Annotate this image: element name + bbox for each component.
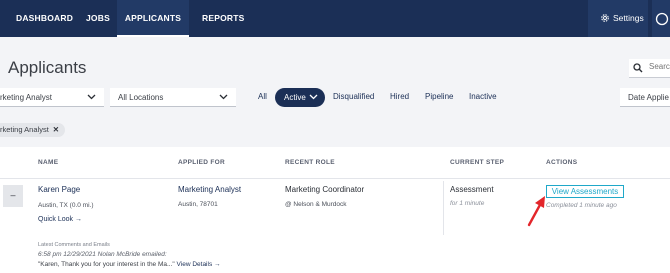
view-assessments-button[interactable]: View Assessments <box>546 185 624 198</box>
row-expand-button[interactable]: – <box>3 185 23 207</box>
help-icon <box>655 12 669 26</box>
tab-active[interactable]: Active <box>275 88 325 107</box>
header-divider <box>0 178 670 179</box>
chevron-down-icon <box>309 94 318 100</box>
filter-chip: rketing Analyst ✕ <box>0 123 66 137</box>
tab-disqualified[interactable]: Disqualified <box>333 92 374 101</box>
chevron-down-icon <box>87 94 96 100</box>
gear-icon <box>601 14 609 22</box>
applied-job-link[interactable]: Marketing Analyst <box>178 185 241 194</box>
nav-dashboard[interactable]: DASHBOARD <box>16 0 73 37</box>
comments-excerpt-line: "Karen, Thank you for your interest in t… <box>38 261 221 268</box>
tab-all[interactable]: All <box>258 92 267 101</box>
filter-chip-label: rketing Analyst <box>0 125 49 134</box>
applicant-location: Austin, TX (0.0 mi.) <box>38 202 94 209</box>
applicant-name-link[interactable]: Karen Page <box>38 185 80 194</box>
page-title: Applicants <box>8 58 87 77</box>
tab-inactive[interactable]: Inactive <box>469 92 497 101</box>
current-step: Assessment <box>450 185 494 194</box>
header-actions: ACTIONS <box>546 159 578 166</box>
quick-look-link[interactable]: Quick Look → <box>38 216 82 223</box>
applied-job-location: Austin, 78701 <box>178 201 218 208</box>
location-filter[interactable]: All Locations <box>110 88 236 107</box>
annotation-arrow-icon <box>527 196 545 227</box>
recent-role: Marketing Coordinator <box>285 185 365 194</box>
header-applied-for[interactable]: APPLIED FOR <box>178 159 225 166</box>
tab-active-label: Active <box>284 93 306 102</box>
top-nav: DASHBOARD JOBS APPLICANTS REPORTS Settin… <box>0 0 670 37</box>
date-sort-value: Date Applie <box>628 93 669 102</box>
job-title-filter-value: rketing Analyst <box>0 93 53 102</box>
view-details-link[interactable]: View Details → <box>177 261 221 268</box>
search-icon <box>633 63 643 73</box>
step-duration: for 1 minute <box>450 200 485 207</box>
header-recent-role[interactable]: RECENT ROLE <box>285 159 335 166</box>
job-title-filter[interactable]: rketing Analyst <box>0 88 104 107</box>
comments-header: Latest Comments and Emails <box>38 242 110 248</box>
comments-meta: 6:58 pm 12/29/2021 Nolan McBride emailed… <box>38 251 167 258</box>
column-divider <box>443 181 444 235</box>
nav-jobs[interactable]: JOBS <box>86 0 110 37</box>
applicants-table: NAME APPLIED FOR RECENT ROLE CURRENT STE… <box>0 147 670 273</box>
search-box[interactable] <box>629 59 670 78</box>
tab-hired[interactable]: Hired <box>390 92 409 101</box>
tab-pipeline[interactable]: Pipeline <box>425 92 453 101</box>
nav-applicants[interactable]: APPLICANTS <box>117 0 189 37</box>
action-status: Completed 1 minute ago <box>546 202 617 209</box>
header-current-step[interactable]: CURRENT STEP <box>450 159 504 166</box>
recent-company: @ Nelson & Murdock <box>285 201 347 208</box>
help-button[interactable] <box>652 0 670 37</box>
chevron-down-icon <box>219 94 228 100</box>
settings-label: Settings <box>613 13 644 23</box>
date-sort-select[interactable]: Date Applie <box>620 88 670 107</box>
close-icon[interactable]: ✕ <box>53 125 59 134</box>
nav-reports[interactable]: REPORTS <box>202 0 245 37</box>
search-input[interactable] <box>649 62 670 71</box>
header-name[interactable]: NAME <box>38 159 58 166</box>
location-filter-value: All Locations <box>118 93 164 102</box>
settings-button[interactable]: Settings <box>588 0 648 37</box>
comments-excerpt: "Karen, Thank you for your interest in t… <box>38 261 175 268</box>
